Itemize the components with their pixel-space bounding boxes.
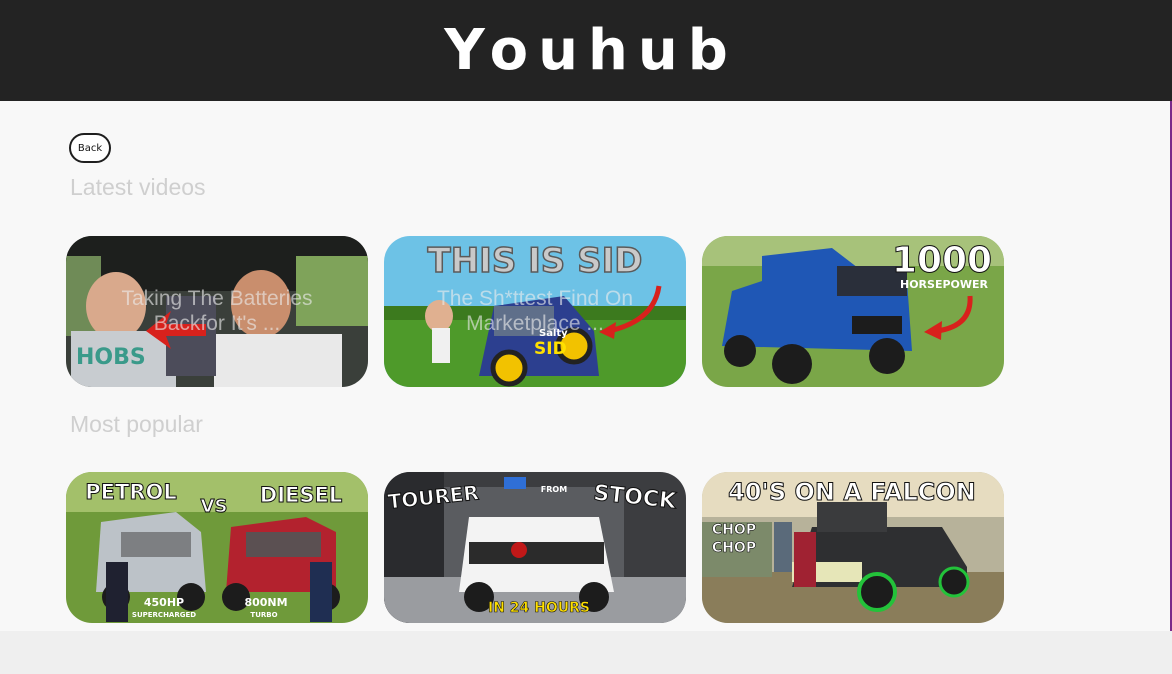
video-thumbnail: 40'S ON A FALCON CHOP CHOP — [702, 472, 1004, 623]
svg-text:VS: VS — [201, 496, 228, 517]
svg-text:HORSEPOWER: HORSEPOWER — [900, 278, 989, 291]
svg-text:800NM: 800NM — [244, 596, 287, 609]
main-content: Back Latest videos HOBS Taking The Batte… — [0, 101, 1170, 631]
section-title-latest: Latest videos — [70, 174, 206, 200]
video-thumbnail: THIS IS SID Salty SID — [384, 236, 686, 387]
video-card-popular-3[interactable]: 40'S ON A FALCON CHOP CHOP — [702, 472, 1004, 623]
app-header: Youhub — [0, 0, 1172, 101]
video-thumbnail: TOURER FROM STOCK IN 24 HOURS — [384, 472, 686, 623]
app-title: Youhub — [444, 18, 738, 83]
svg-text:PETROL: PETROL — [85, 480, 176, 504]
svg-text:450HP: 450HP — [144, 596, 184, 609]
section-title-popular: Most popular — [70, 411, 203, 437]
svg-text:CHOP: CHOP — [712, 522, 756, 538]
video-thumbnail: 1000 HORSEPOWER — [702, 236, 1004, 387]
video-thumbnail: PETROL VS DIESEL 450HP SUPERCHARGED 800N… — [66, 472, 368, 623]
thumb-title: THIS IS SID — [428, 241, 643, 281]
svg-text:IN 24 HOURS: IN 24 HOURS — [488, 600, 590, 616]
svg-text:HOBS: HOBS — [76, 345, 146, 370]
svg-text:1000: 1000 — [892, 240, 992, 281]
svg-text:DIESEL: DIESEL — [260, 483, 342, 507]
svg-text:Salty: Salty — [539, 328, 568, 339]
video-thumbnail: HOBS — [66, 236, 368, 387]
svg-text:FROM: FROM — [541, 485, 567, 494]
footer-bar — [0, 631, 1172, 674]
video-card-latest-3[interactable]: 1000 HORSEPOWER — [702, 236, 1004, 387]
svg-text:CHOP: CHOP — [712, 540, 756, 556]
back-button[interactable]: Back — [69, 133, 111, 163]
popular-videos-row: PETROL VS DIESEL 450HP SUPERCHARGED 800N… — [66, 472, 1004, 623]
video-card-popular-2[interactable]: TOURER FROM STOCK IN 24 HOURS — [384, 472, 686, 623]
svg-text:SUPERCHARGED: SUPERCHARGED — [132, 611, 196, 619]
video-card-latest-1[interactable]: HOBS Taking The Batteries Backfor It's .… — [66, 236, 368, 387]
svg-text:TURBO: TURBO — [250, 611, 277, 619]
svg-text:40'S ON A FALCON: 40'S ON A FALCON — [728, 478, 976, 506]
latest-videos-row: HOBS Taking The Batteries Backfor It's .… — [66, 236, 1004, 387]
svg-text:SID: SID — [534, 339, 567, 359]
video-card-latest-2[interactable]: THIS IS SID Salty SID The Sh*ttest Find … — [384, 236, 686, 387]
video-card-popular-1[interactable]: PETROL VS DIESEL 450HP SUPERCHARGED 800N… — [66, 472, 368, 623]
